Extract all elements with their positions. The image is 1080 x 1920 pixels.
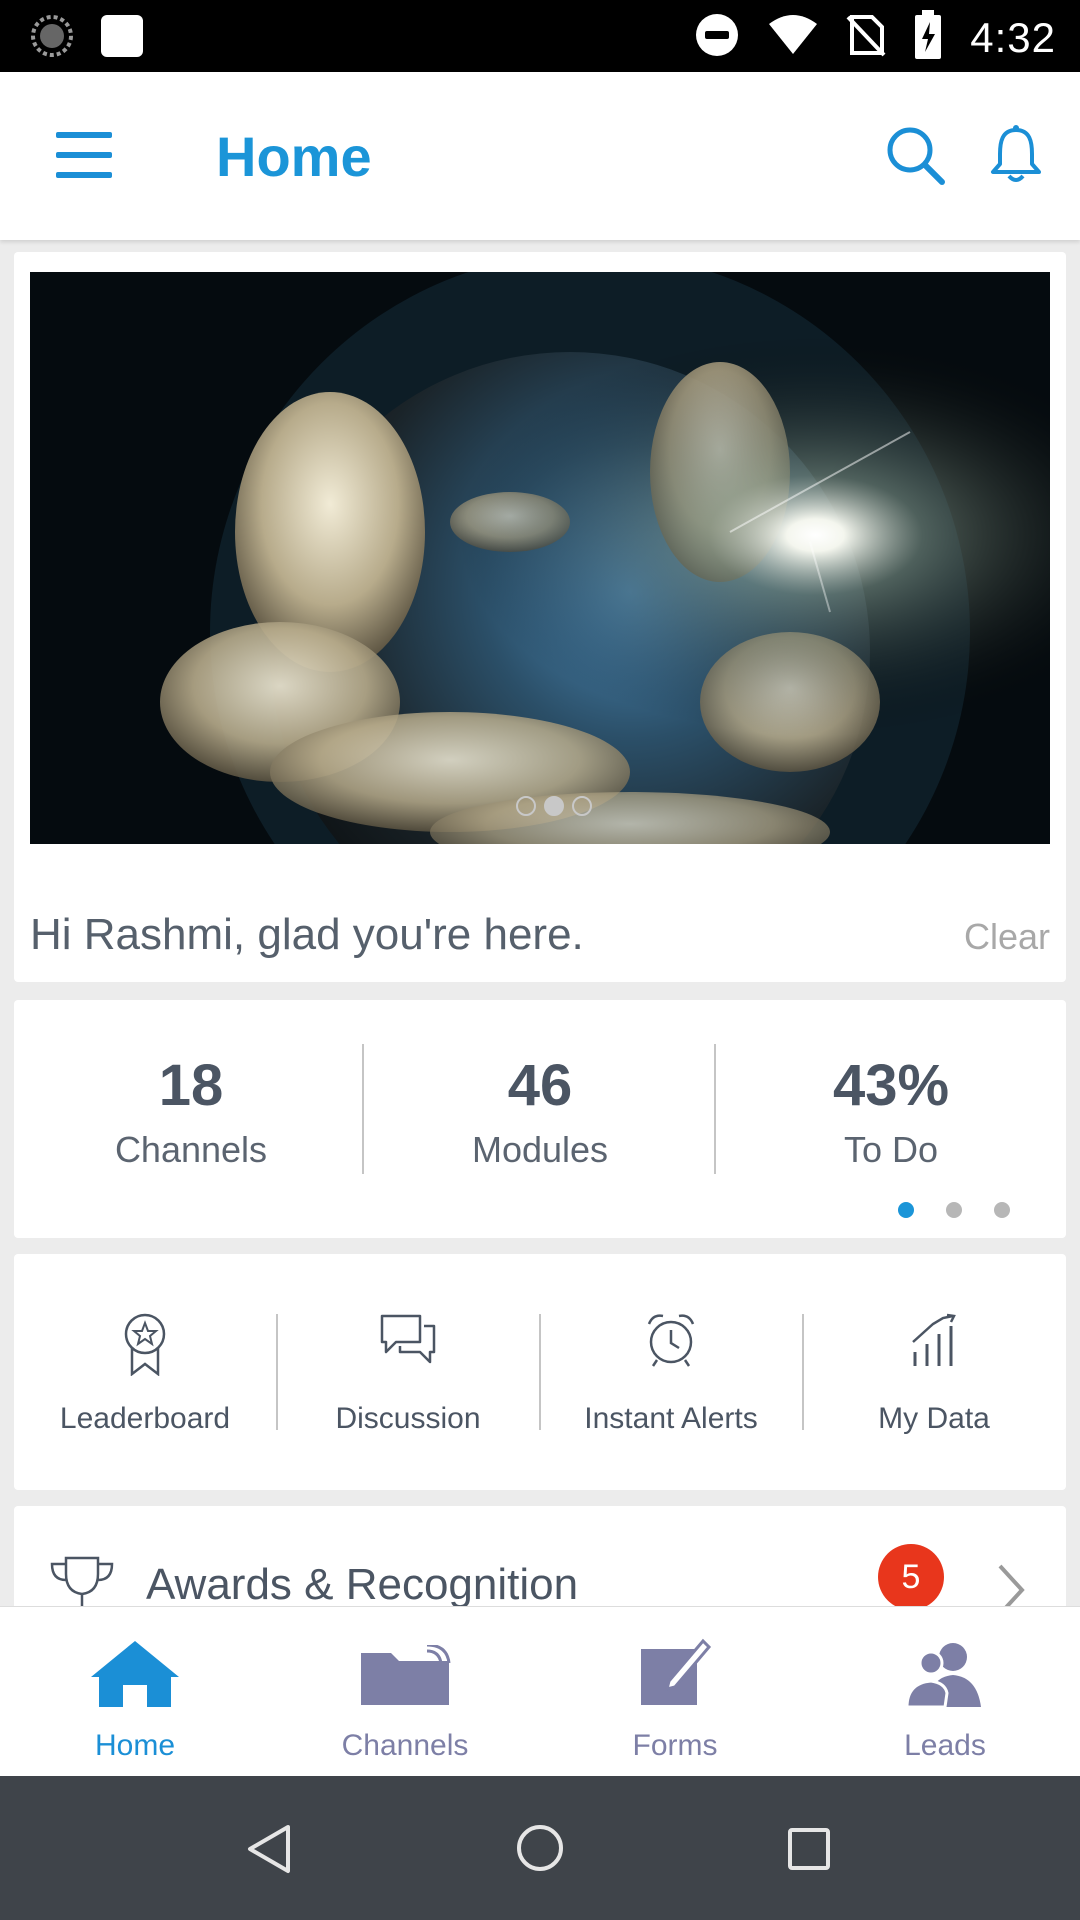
home-circle-icon[interactable] xyxy=(516,1824,564,1872)
page-title: Home xyxy=(216,125,372,188)
menu-button[interactable] xyxy=(56,132,112,178)
hero-card: Hi Rashmi, glad you're here. Clear xyxy=(14,252,1066,982)
stat-value: 18 xyxy=(158,1053,224,1118)
nav-label: Home xyxy=(94,1729,176,1762)
pager-dot[interactable] xyxy=(946,1202,962,1218)
nav-forms[interactable]: Forms xyxy=(540,1635,810,1763)
shortcut-my-data[interactable]: My Data xyxy=(803,1312,1065,1436)
stat-value: 43% xyxy=(832,1053,950,1118)
trophy-icon xyxy=(50,1556,114,1612)
folder-icon xyxy=(361,1645,451,1705)
stat-todo[interactable]: 43% To Do xyxy=(716,1052,1066,1171)
nav-home[interactable]: Home xyxy=(0,1635,270,1763)
carousel-indicator[interactable] xyxy=(516,796,592,816)
greeting-text: Hi Rashmi, glad you're here. xyxy=(30,910,584,959)
do-not-disturb-icon xyxy=(694,12,740,63)
stat-label: To Do xyxy=(843,1129,939,1170)
no-sim-icon xyxy=(846,13,886,62)
awards-count-badge: 5 xyxy=(878,1544,944,1610)
notifications-button[interactable] xyxy=(988,124,1044,186)
pager-dot-active[interactable] xyxy=(898,1202,914,1218)
chat-bubbles-icon xyxy=(380,1314,436,1364)
bell-icon xyxy=(991,125,1041,182)
shortcuts-card: Leaderboard Discussion Instant Alerts My… xyxy=(14,1254,1066,1490)
app-bar: Home xyxy=(0,72,1080,240)
status-bar: 4:32 xyxy=(0,0,1080,72)
nav-leads[interactable]: Leads xyxy=(810,1635,1080,1763)
hero-banner-image[interactable] xyxy=(30,272,1050,844)
shortcut-discussion[interactable]: Discussion xyxy=(277,1312,539,1436)
carousel-dot[interactable] xyxy=(516,796,536,816)
battery-charging-icon xyxy=(914,10,942,65)
award-ribbon-icon xyxy=(124,1313,166,1376)
status-time: 4:32 xyxy=(970,13,1056,61)
bottom-navigation: Home Channels Forms Leads xyxy=(0,1606,1080,1776)
carousel-dot-active[interactable] xyxy=(544,796,564,816)
carousel-dot[interactable] xyxy=(572,796,592,816)
stats-card[interactable]: 18 Channels 46 Modules 43% To Do xyxy=(14,1000,1066,1238)
stats-pager[interactable] xyxy=(898,1202,1010,1218)
nav-label: Channels xyxy=(341,1729,469,1762)
home-icon xyxy=(91,1641,179,1707)
shortcut-label: Discussion xyxy=(335,1402,481,1435)
divider xyxy=(362,1044,364,1174)
clear-button[interactable]: Clear xyxy=(964,916,1050,958)
stat-label: Channels xyxy=(114,1129,268,1170)
notification-square-icon xyxy=(100,14,144,63)
shortcut-instant-alerts[interactable]: Instant Alerts xyxy=(540,1312,802,1436)
shortcut-label: My Data xyxy=(878,1402,990,1435)
stat-modules[interactable]: 46 Modules xyxy=(365,1052,715,1171)
earth-clouds-illustration xyxy=(30,272,1050,844)
users-icon xyxy=(905,1643,981,1707)
bar-chart-icon xyxy=(912,1313,956,1366)
shortcut-leaderboard[interactable]: Leaderboard xyxy=(14,1312,276,1436)
nav-label: Forms xyxy=(632,1729,718,1762)
system-navigation-bar xyxy=(0,1776,1080,1920)
awards-label: Awards & Recognition xyxy=(146,1560,579,1609)
shortcut-label: Leaderboard xyxy=(59,1402,231,1435)
alarm-clock-icon xyxy=(647,1314,695,1367)
recents-icon[interactable] xyxy=(788,1828,830,1870)
loading-icon xyxy=(30,14,74,63)
search-button[interactable] xyxy=(884,124,946,186)
stat-channels[interactable]: 18 Channels xyxy=(16,1052,366,1171)
wifi-icon xyxy=(768,14,818,61)
stat-value: 46 xyxy=(507,1053,573,1118)
back-icon[interactable] xyxy=(246,1824,292,1874)
nav-label: Leads xyxy=(904,1729,986,1762)
search-icon xyxy=(887,127,945,185)
shortcut-label: Instant Alerts xyxy=(584,1402,758,1435)
pager-dot[interactable] xyxy=(994,1202,1010,1218)
stat-label: Modules xyxy=(471,1129,609,1170)
hamburger-icon xyxy=(56,132,112,138)
edit-form-icon xyxy=(641,1638,711,1705)
nav-channels[interactable]: Channels xyxy=(270,1635,540,1763)
